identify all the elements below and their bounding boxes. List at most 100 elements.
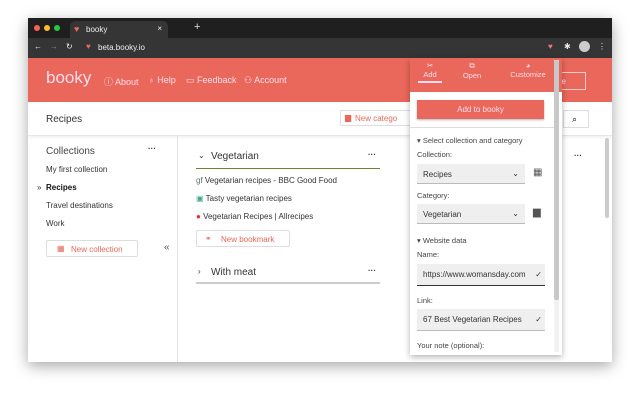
- category-select[interactable]: Vegetarian ⌄: [417, 204, 525, 224]
- section-title: Select collection and category: [422, 136, 523, 145]
- new-category-icon[interactable]: ▆: [533, 207, 541, 218]
- popup-tabs: ✂ Add ⧉ Open ◕ Customize: [410, 58, 562, 92]
- divider: [410, 127, 556, 128]
- name-label: Name:: [417, 250, 440, 259]
- category-header[interactable]: › With meat ···: [196, 264, 380, 284]
- chevron-down-icon: ⌄: [512, 169, 519, 178]
- sidebar-item[interactable]: Work: [46, 219, 65, 228]
- tab-open[interactable]: ⧉ Open: [460, 61, 484, 80]
- sidebar: Collections ··· My first collection » Re…: [28, 136, 178, 362]
- chevron-right-icon[interactable]: ›: [198, 267, 201, 276]
- palette-icon: ◕: [525, 61, 531, 70]
- nav-about[interactable]: ⓘ About: [104, 75, 139, 88]
- url-field[interactable]: beta.booky.io: [98, 43, 145, 52]
- bookmark-item[interactable]: ● Vegetarian Recipes | Allrecipes: [196, 212, 313, 221]
- chevron-down-icon: ⌄: [512, 209, 519, 218]
- name-input[interactable]: https://www.womansday.com ✓: [417, 264, 545, 286]
- logo[interactable]: booky: [46, 68, 91, 88]
- page-title: Recipes: [46, 114, 83, 125]
- extensions-icon[interactable]: ✱: [564, 42, 571, 51]
- maximize-window-button[interactable]: [54, 25, 60, 31]
- allrecipes-favicon-icon: ●: [196, 212, 201, 221]
- nav-label: Feedback: [197, 75, 237, 85]
- close-window-button[interactable]: [34, 25, 40, 31]
- sidebar-item-active[interactable]: Recipes: [46, 183, 77, 192]
- category-more-icon[interactable]: ···: [368, 150, 376, 159]
- forward-icon[interactable]: →: [50, 42, 58, 51]
- page-scrollbar[interactable]: [605, 138, 609, 218]
- chevron-down-icon[interactable]: ⌄: [198, 151, 205, 160]
- select-value: Recipes: [423, 170, 452, 179]
- category-more-icon[interactable]: ···: [574, 151, 582, 160]
- link-label: Link:: [417, 296, 433, 305]
- sidebar-item[interactable]: My first collection: [46, 165, 107, 174]
- collections-more-icon[interactable]: ···: [148, 144, 156, 153]
- button-label: New bookmark: [221, 235, 275, 244]
- add-icon: ✂: [426, 61, 434, 70]
- category-label: Category:: [417, 191, 450, 200]
- booky-extension-icon[interactable]: ♥: [548, 42, 553, 51]
- close-tab-icon[interactable]: ×: [157, 24, 162, 33]
- category-more-icon[interactable]: ···: [368, 266, 376, 275]
- nav-help[interactable]: ♁ Help: [148, 75, 176, 85]
- collection-select[interactable]: Recipes ⌄: [417, 164, 525, 184]
- tasty-favicon-icon: ▣: [196, 194, 204, 203]
- reload-icon[interactable]: ↻: [66, 42, 73, 51]
- bbc-favicon-icon: gf: [196, 176, 203, 185]
- browser-window: ♥ booky × + ← → ↻ ♥ beta.booky.io ♥ ✱ ⋮ …: [28, 18, 612, 362]
- button-label: New catego: [355, 114, 398, 123]
- address-bar: ← → ↻ ♥ beta.booky.io ♥ ✱ ⋮: [28, 38, 612, 58]
- folder-icon: ▆: [345, 113, 352, 122]
- browser-tab[interactable]: ♥ booky ×: [70, 21, 168, 38]
- bookmark-title: Vegetarian recipes - BBC Good Food: [204, 176, 337, 185]
- grid-add-icon: ▦: [57, 244, 65, 253]
- nav-account[interactable]: ⚇ Account: [244, 75, 287, 86]
- new-tab-button[interactable]: +: [194, 21, 200, 33]
- back-icon[interactable]: ←: [34, 42, 42, 51]
- new-collection-button[interactable]: ▦ New collection: [46, 240, 138, 257]
- new-category-button[interactable]: ▆ New catego: [340, 110, 420, 126]
- category-title: Vegetarian: [211, 151, 259, 162]
- sidebar-item[interactable]: Travel destinations: [46, 201, 113, 210]
- tab-label: Customize: [510, 70, 546, 79]
- tab-label: Open: [462, 71, 482, 80]
- extension-popup: ✂ Add ⧉ Open ◕ Customize Add to booky ▾ Sel…: [410, 58, 562, 355]
- search-button[interactable]: ⌕: [563, 110, 589, 128]
- minimize-window-button[interactable]: [44, 25, 50, 31]
- tab-bar: ♥ booky × +: [28, 18, 612, 38]
- tab-title: booky: [86, 25, 108, 34]
- new-bookmark-button[interactable]: ⚭ New bookmark: [196, 230, 290, 247]
- nav-feedback[interactable]: ▭ Feedback: [186, 75, 237, 86]
- profile-avatar[interactable]: [579, 41, 590, 52]
- check-icon: ✓: [535, 315, 542, 324]
- tab-label: Add: [423, 70, 437, 79]
- nav-label: About: [115, 77, 139, 87]
- tab-add[interactable]: ✂ Add: [418, 61, 442, 83]
- collapse-sidebar-icon[interactable]: «: [164, 242, 170, 253]
- select-value: Vegetarian: [423, 210, 462, 219]
- bookmark-item[interactable]: gf Vegetarian recipes - BBC Good Food: [196, 176, 337, 185]
- bookmark-title: Vegetarian Recipes | Allrecipes: [203, 212, 314, 221]
- tab-customize[interactable]: ◕ Customize: [506, 61, 550, 79]
- search-icon: ⌕: [572, 114, 578, 124]
- new-collection-icon[interactable]: ▦: [533, 167, 542, 178]
- bookmark-item[interactable]: ▣ Tasty vegetarian recipes: [196, 194, 292, 203]
- add-to-booky-button[interactable]: Add to booky: [417, 100, 544, 119]
- site-favicon-icon: ♥: [86, 42, 91, 51]
- popup-scrollbar[interactable]: [554, 60, 559, 352]
- section-collection-toggle[interactable]: ▾ Select collection and category: [417, 136, 523, 145]
- link-input[interactable]: 67 Best Vegetarian Recipes ✓: [417, 309, 545, 331]
- category-title: With meat: [211, 267, 257, 278]
- button-label: New collection: [71, 245, 123, 254]
- section-website-toggle[interactable]: ▾ Website data: [417, 236, 467, 245]
- link-add-icon: ⚭: [205, 234, 212, 243]
- heart-favicon-icon: ♥: [74, 24, 80, 34]
- nav-label: Account: [254, 75, 287, 85]
- input-value: https://www.womansday.com: [423, 270, 526, 279]
- nav-label: Help: [157, 75, 176, 85]
- collections-title: Collections: [46, 146, 95, 157]
- open-icon: ⧉: [469, 61, 475, 70]
- menu-icon[interactable]: ⋮: [598, 42, 606, 51]
- category-header[interactable]: ⌄ Vegetarian ···: [196, 148, 380, 169]
- input-value: 67 Best Vegetarian Recipes: [423, 315, 522, 324]
